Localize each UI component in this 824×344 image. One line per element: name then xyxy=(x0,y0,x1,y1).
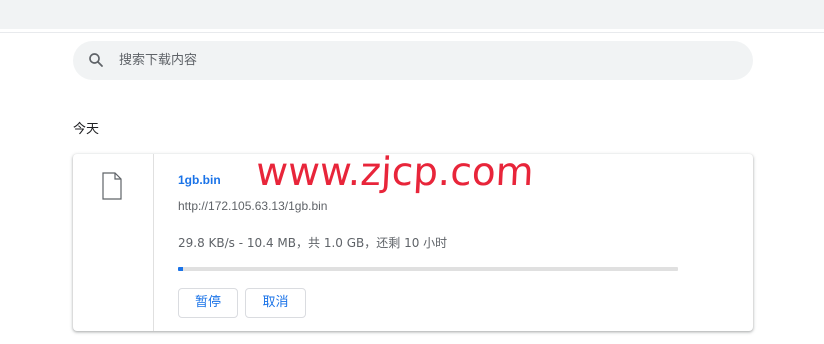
file-icon-column xyxy=(73,154,154,331)
top-toolbar-strip xyxy=(0,0,824,29)
file-url[interactable]: http://172.105.63.13/1gb.bin xyxy=(178,199,327,213)
download-progress-bar xyxy=(178,267,678,271)
date-section-title: 今天 xyxy=(73,122,100,137)
toolbar-divider xyxy=(0,32,824,33)
search-box[interactable]: 搜索下载内容 xyxy=(73,41,753,80)
search-icon xyxy=(89,53,103,67)
site-watermark: www.zjcp.com xyxy=(254,150,535,195)
download-progress-fill xyxy=(178,267,184,271)
pause-button[interactable]: 暂停 xyxy=(178,288,238,318)
file-icon xyxy=(102,172,122,200)
download-status: 29.8 KB/s - 10.4 MB，共 1.0 GB，还剩 10 小时 xyxy=(178,236,448,250)
search-placeholder[interactable]: 搜索下载内容 xyxy=(119,41,197,80)
cancel-button[interactable]: 取消 xyxy=(245,288,306,318)
file-name-link[interactable]: 1gb.bin xyxy=(178,173,221,187)
